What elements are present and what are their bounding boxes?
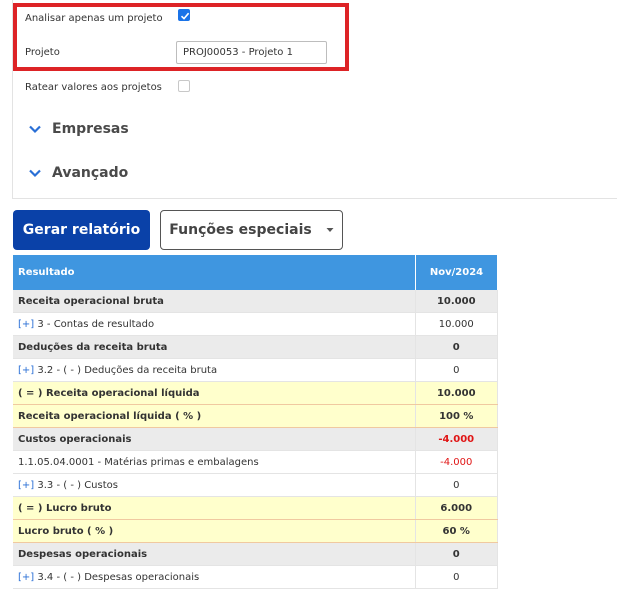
row-value: 0 (415, 473, 498, 497)
row-value: 0 (415, 542, 498, 566)
table-row: Custos operacionais -4.000 (13, 427, 498, 451)
row-label: Lucro bruto ( % ) (18, 525, 114, 537)
row-label-cell: Receita operacional líquida ( % ) (13, 404, 416, 428)
row-label-cell: Custos operacionais (13, 427, 416, 451)
row-label: Receita operacional líquida ( % ) (18, 410, 202, 422)
row-label: 3.2 - ( - ) Deduções da receita bruta (37, 364, 218, 376)
row-label: ( = ) Receita operacional líquida (18, 387, 200, 399)
row-label: 1.1.05.04.0001 - Matérias primas e embal… (18, 456, 259, 468)
prorate-label: Ratear valores aos projetos (25, 82, 162, 93)
row-label-cell: Receita operacional bruta (13, 290, 416, 313)
table-row: [+] 3 - Contas de resultado 10.000 (13, 312, 498, 336)
table-row: 1.1.05.04.0001 - Matérias primas e embal… (13, 450, 498, 474)
table-row: ( = ) Receita operacional líquida 10.000 (13, 381, 498, 405)
row-value: 0 (415, 335, 498, 359)
table-row: Deduções da receita bruta 0 (13, 335, 498, 359)
row-label-cell: [+] 3 - Contas de resultado (13, 312, 416, 336)
row-value: -4.000 (415, 450, 498, 474)
report-header-row: Resultado Nov/2024 (13, 255, 497, 290)
row-value: 10.000 (415, 290, 498, 313)
table-row: [+] 3.4 - ( - ) Despesas operacionais 0 (13, 565, 498, 589)
special-functions-label: Funções especiais (169, 222, 312, 238)
table-row: Despesas operacionais 0 (13, 542, 498, 566)
row-value: 0 (415, 358, 498, 382)
row-label: 3.4 - ( - ) Despesas operacionais (37, 571, 200, 583)
row-value: 10.000 (415, 381, 498, 405)
section-avancado-label: Avançado (52, 165, 129, 181)
section-empresas-label: Empresas (52, 121, 129, 137)
row-label-cell: Lucro bruto ( % ) (13, 519, 416, 543)
report-body: Receita operacional bruta 10.000 [+] 3 - C… (13, 290, 498, 589)
expand-row-button[interactable]: [+] (18, 365, 34, 376)
expand-row-button[interactable]: [+] (18, 480, 34, 491)
report-table: Resultado Nov/2024 Receita operacional b… (13, 255, 498, 589)
row-label-cell: Deduções da receita bruta (13, 335, 416, 359)
row-label: 3 - Contas de resultado (37, 318, 155, 330)
caret-down-icon (326, 228, 334, 232)
row-label: 3.3 - ( - ) Custos (37, 479, 118, 491)
row-label: Despesas operacionais (18, 548, 148, 560)
chevron-down-icon (29, 169, 41, 178)
special-functions-button[interactable]: Funções especiais (160, 210, 343, 250)
table-row: Receita operacional bruta 10.000 (13, 290, 498, 313)
row-label-cell: Despesas operacionais (13, 542, 416, 566)
column-header-result: Resultado (13, 255, 416, 290)
table-row: Receita operacional líquida ( % ) 100 % (13, 404, 498, 428)
generate-report-button[interactable]: Gerar relatório (13, 210, 150, 250)
prorate-checkbox[interactable] (178, 80, 190, 92)
expand-row-button[interactable]: [+] (18, 319, 34, 330)
table-row: ( = ) Lucro bruto 6.000 (13, 496, 498, 520)
row-value: 0 (415, 565, 498, 589)
row-label-cell: ( = ) Lucro bruto (13, 496, 416, 520)
row-value: 100 % (415, 404, 498, 428)
table-row: [+] 3.2 - ( - ) Deduções da receita brut… (13, 358, 498, 382)
row-value: 60 % (415, 519, 498, 543)
row-value: 6.000 (415, 496, 498, 520)
row-label-cell: ( = ) Receita operacional líquida (13, 381, 416, 405)
row-value: -4.000 (415, 427, 498, 451)
column-header-period: Nov/2024 (415, 255, 497, 290)
row-label-cell: [+] 3.2 - ( - ) Deduções da receita brut… (13, 358, 416, 382)
row-label-cell: [+] 3.4 - ( - ) Despesas operacionais (13, 565, 416, 589)
row-label: Deduções da receita bruta (18, 341, 168, 353)
table-row: [+] 3.3 - ( - ) Custos 0 (13, 473, 498, 497)
row-label-cell: [+] 3.3 - ( - ) Custos (13, 473, 416, 497)
expand-row-button[interactable]: [+] (18, 572, 34, 583)
section-empresas-toggle[interactable]: Empresas (28, 119, 129, 139)
row-value: 10.000 (415, 312, 498, 336)
row-label-cell: 1.1.05.04.0001 - Matérias primas e embal… (13, 450, 416, 474)
row-label: Receita operacional bruta (18, 295, 164, 307)
section-avancado-toggle[interactable]: Avançado (28, 163, 128, 183)
table-row: Lucro bruto ( % ) 60 % (13, 519, 498, 543)
row-label: Custos operacionais (18, 433, 132, 445)
chevron-down-icon (29, 125, 41, 134)
row-label: ( = ) Lucro bruto (18, 502, 112, 514)
highlight-box (13, 3, 349, 71)
